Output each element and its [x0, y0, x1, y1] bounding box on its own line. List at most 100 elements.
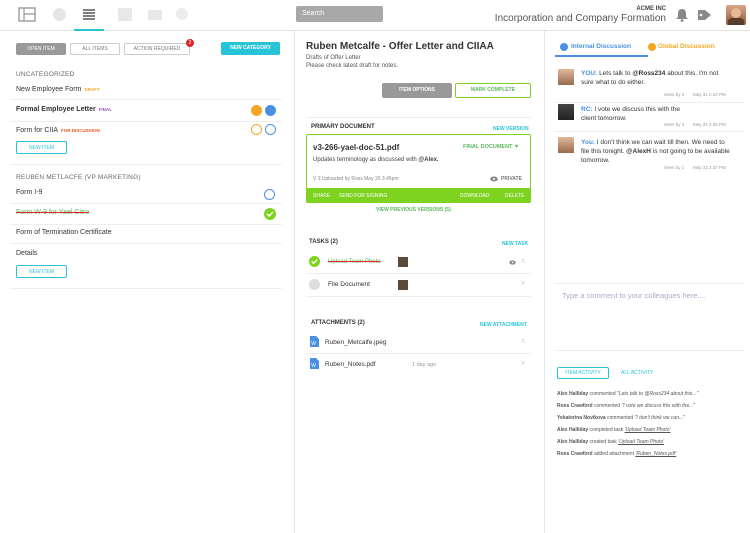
item-activity-tab[interactable]: ITEM ACTIVITY — [557, 367, 609, 379]
item-label: Form W-9 for Yael Citro — [16, 209, 90, 216]
workspace-name: Incorporation and Company Formation — [494, 13, 666, 24]
divider — [555, 131, 745, 132]
activity-item: Alex Halliday completed task 'Upload Tea… — [557, 427, 747, 433]
list-item[interactable]: Form for CIIA FOR DISCUSSION — [16, 127, 278, 134]
activity-detail[interactable]: 'Upload Team Photo' — [625, 427, 671, 433]
new-version-link[interactable]: NEW VERSION — [493, 126, 529, 132]
task-upload-team-photo[interactable]: Upload Team Photo — [328, 259, 381, 265]
remove-attachment-icon[interactable]: X — [521, 361, 525, 367]
all-activity-tab[interactable]: ALL ACTIVITY — [621, 370, 653, 376]
all-items-tab[interactable]: ALL ITEMS — [70, 43, 120, 55]
svg-text:W: W — [311, 341, 316, 347]
message-text: You: I don't think we can wait till then… — [581, 138, 731, 165]
search-input[interactable]: Search — [296, 6, 383, 22]
remove-task-icon[interactable]: X — [521, 281, 525, 287]
item-note: Please check latest draft for notes. — [306, 63, 399, 69]
status-badge: FINAL — [98, 107, 112, 112]
final-document-dropdown[interactable]: FINAL DOCUMENT ▼ — [463, 144, 519, 150]
item-label: Details — [16, 250, 38, 257]
attachment-name[interactable]: Ruben_Notes.pdf — [325, 361, 376, 368]
task-check-icon[interactable] — [309, 279, 320, 290]
divider — [306, 353, 531, 354]
calendar-icon[interactable] — [118, 8, 132, 21]
open-item-tab[interactable]: OPEN ITEM — [16, 43, 66, 55]
list-icon[interactable] — [82, 8, 96, 21]
divider — [10, 288, 282, 289]
orange-ring-icon[interactable] — [251, 124, 262, 135]
new-item-button[interactable]: NEW ITEM — [16, 265, 67, 278]
seen-by: Seen by 2 — [664, 92, 685, 97]
activity-detail[interactable]: 'Upload Team Photo' — [618, 439, 664, 445]
eye-icon[interactable] — [490, 176, 498, 182]
eye-icon[interactable] — [509, 260, 516, 265]
tab-internal-discussion[interactable]: Internal Discussion — [571, 43, 631, 50]
item-label: Form I-9 — [16, 189, 43, 196]
mark-complete-button[interactable]: MARK COMPLETE — [455, 83, 531, 98]
activity-action: added attachment — [592, 451, 636, 457]
activity-action: created task — [588, 439, 619, 445]
discussion-panel: Internal Discussion Global Discussion YO… — [545, 31, 750, 533]
action-required-tab[interactable]: ACTION REQUIRED — [124, 43, 190, 55]
list-item[interactable]: Form I-9 — [16, 189, 278, 196]
activity-item: Ross Crawford commented "I vote we discu… — [557, 403, 747, 409]
tag-icon[interactable] — [697, 9, 713, 21]
new-task-link[interactable]: NEW TASK — [502, 241, 528, 247]
remove-attachment-icon[interactable]: X — [521, 339, 525, 345]
new-category-button[interactable]: NEW CATEGORY — [221, 42, 280, 55]
blue-status-dot-icon[interactable] — [265, 105, 276, 116]
blue-ring-icon[interactable] — [265, 124, 276, 135]
activity-user: Ross Crawford — [557, 451, 593, 457]
bell-icon[interactable] — [675, 8, 689, 22]
item-subtitle: Drafts of Offer Letter — [306, 55, 361, 61]
action-count-badge: 2 — [186, 39, 194, 47]
list-item[interactable]: Formal Employee Letter FINAL — [16, 106, 278, 113]
activity-detail: "I vote we discuss this with the..." — [621, 403, 696, 409]
check-circle-icon[interactable] — [264, 208, 276, 220]
blue-ring-icon[interactable] — [264, 189, 275, 200]
orange-status-dot-icon[interactable] — [251, 105, 262, 116]
activity-user: Alex Halliday — [557, 391, 589, 397]
send-for-signing-button[interactable]: SEND FOR SIGNING — [339, 193, 387, 199]
document-name[interactable]: v3-266-yael-doc-51.pdf — [313, 143, 399, 152]
user-avatar[interactable] — [726, 5, 746, 25]
private-label: PRIVATE — [501, 176, 522, 182]
item-detail-panel: Ruben Metcalfe - Offer Letter and CIIAA … — [295, 31, 545, 533]
check-circle-icon[interactable] — [309, 256, 320, 267]
activity-item: Ross Crawford added attachment 'Ruben_No… — [557, 451, 747, 457]
attachment-name[interactable]: Ruben_Metcalfe.jpeg — [325, 339, 386, 346]
document-card[interactable]: v3-266-yael-doc-51.pdf FINAL DOCUMENT ▼ … — [306, 134, 531, 203]
activity-user: Yekaterina Novikova — [557, 415, 606, 421]
new-item-button[interactable]: NEW ITEM — [16, 141, 67, 154]
view-previous-versions-link[interactable]: VIEW PREVIOUS VERSIONS (5) — [376, 207, 451, 213]
activity-user: Alex Halliday — [557, 427, 589, 433]
item-label: Formal Employee Letter — [16, 106, 96, 113]
list-item[interactable]: New Employee Form DRAFT — [16, 86, 278, 93]
new-attachment-link[interactable]: NEW ATTACHMENT — [480, 322, 527, 328]
document-meta: V 3 Uploaded by Ross May 26 3.45pm — [313, 176, 399, 182]
mail-icon[interactable] — [148, 10, 162, 20]
task-file-document[interactable]: File Document — [328, 281, 370, 288]
gear-icon[interactable] — [176, 8, 188, 20]
divider — [10, 243, 282, 244]
list-item[interactable]: Form of Termination Certificate — [16, 229, 278, 236]
remove-task-icon[interactable]: X — [521, 259, 525, 265]
avatar — [558, 69, 574, 85]
clock-icon[interactable] — [53, 8, 66, 21]
activity-detail[interactable]: 'Ruben_Notes.pdf' — [635, 451, 676, 457]
comment-input[interactable]: Type a comment to your colleagues here..… — [562, 291, 706, 300]
item-label: New Employee Form — [16, 86, 82, 93]
delete-button[interactable]: DELETE — [505, 193, 524, 199]
message-author: RC: — [581, 106, 593, 113]
download-button[interactable]: DOWNLOAD — [460, 193, 489, 199]
list-item[interactable]: Form W-9 for Yael Citro — [16, 209, 278, 216]
document-stack-icon[interactable] — [18, 7, 36, 22]
item-options-button[interactable]: ITEM OPTIONS — [382, 83, 452, 98]
mention: @Ross234 — [632, 70, 666, 77]
list-item[interactable]: Details — [16, 250, 278, 257]
tab-global-discussion[interactable]: Global Discussion — [658, 43, 715, 50]
activity-item: Alex Halliday created task 'Upload Team … — [557, 439, 747, 445]
mention: @Alex. — [418, 157, 439, 163]
activity-user: Alex Halliday — [557, 439, 589, 445]
activity-item: Alex Halliday commented "Lets talk to @R… — [557, 391, 747, 397]
share-button[interactable]: SHARE — [313, 193, 330, 199]
